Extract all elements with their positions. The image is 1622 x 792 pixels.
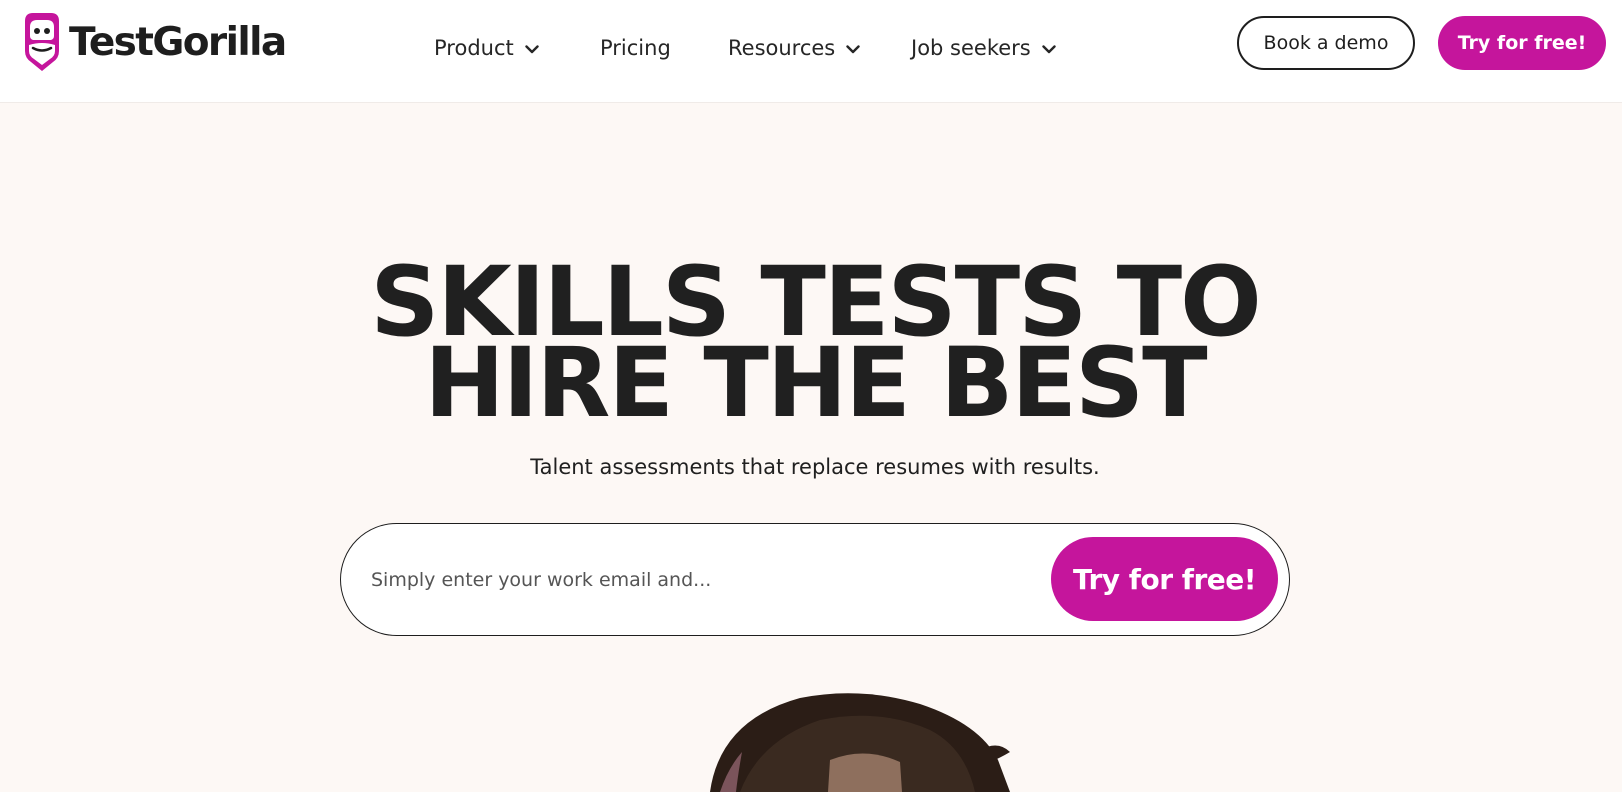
book-demo-button[interactable]: Book a demo xyxy=(1237,16,1415,70)
nav-resources-label: Resources xyxy=(728,36,836,60)
hero-title-line-2: HIRE THE BEST xyxy=(424,327,1207,439)
nav-resources[interactable]: Resources xyxy=(728,30,860,66)
try-for-free-hero-button[interactable]: Try for free! xyxy=(1051,537,1278,621)
hero-title: SKILLS TESTS TO HIRE THE BEST xyxy=(0,254,1622,439)
nav-job-seekers-label: Job seekers xyxy=(911,36,1031,60)
nav-product[interactable]: Product xyxy=(434,30,539,66)
person-hair-image xyxy=(710,693,1010,792)
brand-logo[interactable]: TestGorilla xyxy=(22,11,287,73)
nav-job-seekers[interactable]: Job seekers xyxy=(911,30,1056,66)
top-navbar: TestGorilla Product Pricing Resources Jo… xyxy=(0,0,1622,103)
work-email-input[interactable] xyxy=(371,560,1021,600)
chevron-down-icon xyxy=(525,44,539,53)
gorilla-logo-icon xyxy=(25,13,59,71)
hero-person-photo xyxy=(680,690,1040,792)
try-for-free-header-button[interactable]: Try for free! xyxy=(1438,16,1606,70)
chevron-down-icon xyxy=(846,44,860,53)
hero-subtitle: Talent assessments that replace resumes … xyxy=(530,455,1100,479)
email-signup-form: Try for free! xyxy=(340,523,1290,636)
nav-pricing[interactable]: Pricing xyxy=(600,30,671,66)
nav-product-label: Product xyxy=(434,36,514,60)
chevron-down-icon xyxy=(1042,44,1056,53)
nav-pricing-label: Pricing xyxy=(600,36,671,60)
brand-name: TestGorilla xyxy=(69,19,287,65)
